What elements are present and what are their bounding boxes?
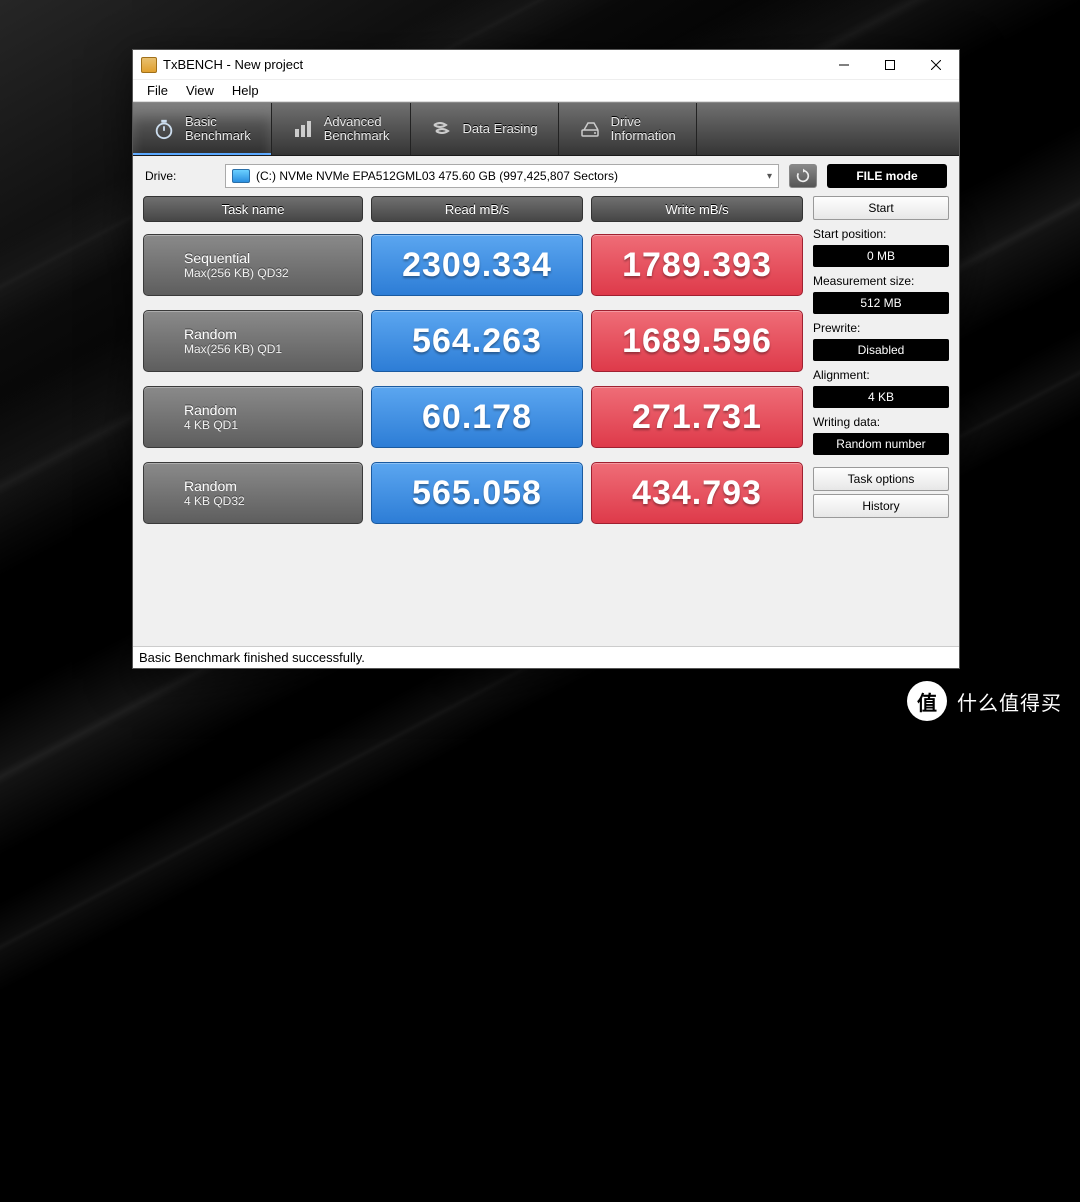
toolbar: BasicBenchmark AdvancedBenchmark Data Er… [133,102,959,156]
results-panel: Task name Read mB/s Write mB/s Sequentia… [143,196,803,640]
start-position-label: Start position: [813,227,949,241]
tab-data-erasing[interactable]: Data Erasing [411,103,559,155]
result-row: RandomMax(256 KB) QD1564.2631689.596 [143,310,803,372]
status-bar: Basic Benchmark finished successfully. [133,646,959,668]
app-icon [141,57,157,73]
app-window: TxBENCH - New project File View Help Bas… [132,49,960,669]
watermark-badge-icon: 值 [907,681,947,721]
menu-help[interactable]: Help [224,81,267,100]
menu-file[interactable]: File [139,81,176,100]
header-task: Task name [143,196,363,222]
task-cell[interactable]: SequentialMax(256 KB) QD32 [143,234,363,296]
result-row: Random4 KB QD160.178271.731 [143,386,803,448]
drive-icon [579,118,601,140]
tab-advanced-benchmark[interactable]: AdvancedBenchmark [272,103,411,155]
drive-label: Drive: [145,169,215,183]
minimize-button[interactable] [821,50,867,80]
drive-row: Drive: (C:) NVMe NVMe EPA512GML03 475.60… [133,156,959,194]
chevron-down-icon: ▾ [767,171,772,182]
read-value: 564.263 [371,310,583,372]
start-button[interactable]: Start [813,196,949,220]
start-position-value[interactable]: 0 MB [813,245,949,267]
drive-small-icon [232,169,250,183]
prewrite-label: Prewrite: [813,321,949,335]
refresh-icon [795,168,811,184]
alignment-label: Alignment: [813,368,949,382]
result-row: SequentialMax(256 KB) QD322309.3341789.3… [143,234,803,296]
write-value: 434.793 [591,462,803,524]
measurement-size-value[interactable]: 512 MB [813,292,949,314]
bar-chart-icon [292,118,314,140]
file-mode-button[interactable]: FILE mode [827,164,947,188]
header-read: Read mB/s [371,196,583,222]
menu-view[interactable]: View [178,81,222,100]
stopwatch-icon [153,118,175,140]
close-button[interactable] [913,50,959,80]
task-cell[interactable]: Random4 KB QD32 [143,462,363,524]
writing-data-label: Writing data: [813,415,949,429]
read-value: 60.178 [371,386,583,448]
write-value: 271.731 [591,386,803,448]
task-cell[interactable]: RandomMax(256 KB) QD1 [143,310,363,372]
drive-select[interactable]: (C:) NVMe NVMe EPA512GML03 475.60 GB (99… [225,164,779,188]
watermark-text: 什么值得买 [957,687,1062,716]
menubar: File View Help [133,80,959,102]
task-cell[interactable]: Random4 KB QD1 [143,386,363,448]
result-row: Random4 KB QD32565.058434.793 [143,462,803,524]
history-button[interactable]: History [813,494,949,518]
read-value: 2309.334 [371,234,583,296]
measurement-size-label: Measurement size: [813,274,949,288]
maximize-button[interactable] [867,50,913,80]
alignment-value[interactable]: 4 KB [813,386,949,408]
tab-basic-benchmark[interactable]: BasicBenchmark [133,103,272,155]
window-title: TxBENCH - New project [163,57,821,72]
refresh-button[interactable] [789,164,817,188]
writing-data-value[interactable]: Random number [813,433,949,455]
sidebar: Start Start position: 0 MB Measurement s… [813,196,949,640]
watermark: 值 什么值得买 [907,681,1062,721]
tab-drive-information[interactable]: DriveInformation [559,103,697,155]
task-options-button[interactable]: Task options [813,467,949,491]
titlebar[interactable]: TxBENCH - New project [133,50,959,80]
header-write: Write mB/s [591,196,803,222]
write-value: 1689.596 [591,310,803,372]
read-value: 565.058 [371,462,583,524]
write-value: 1789.393 [591,234,803,296]
prewrite-value[interactable]: Disabled [813,339,949,361]
erase-icon [431,118,453,140]
status-text: Basic Benchmark finished successfully. [139,650,365,665]
